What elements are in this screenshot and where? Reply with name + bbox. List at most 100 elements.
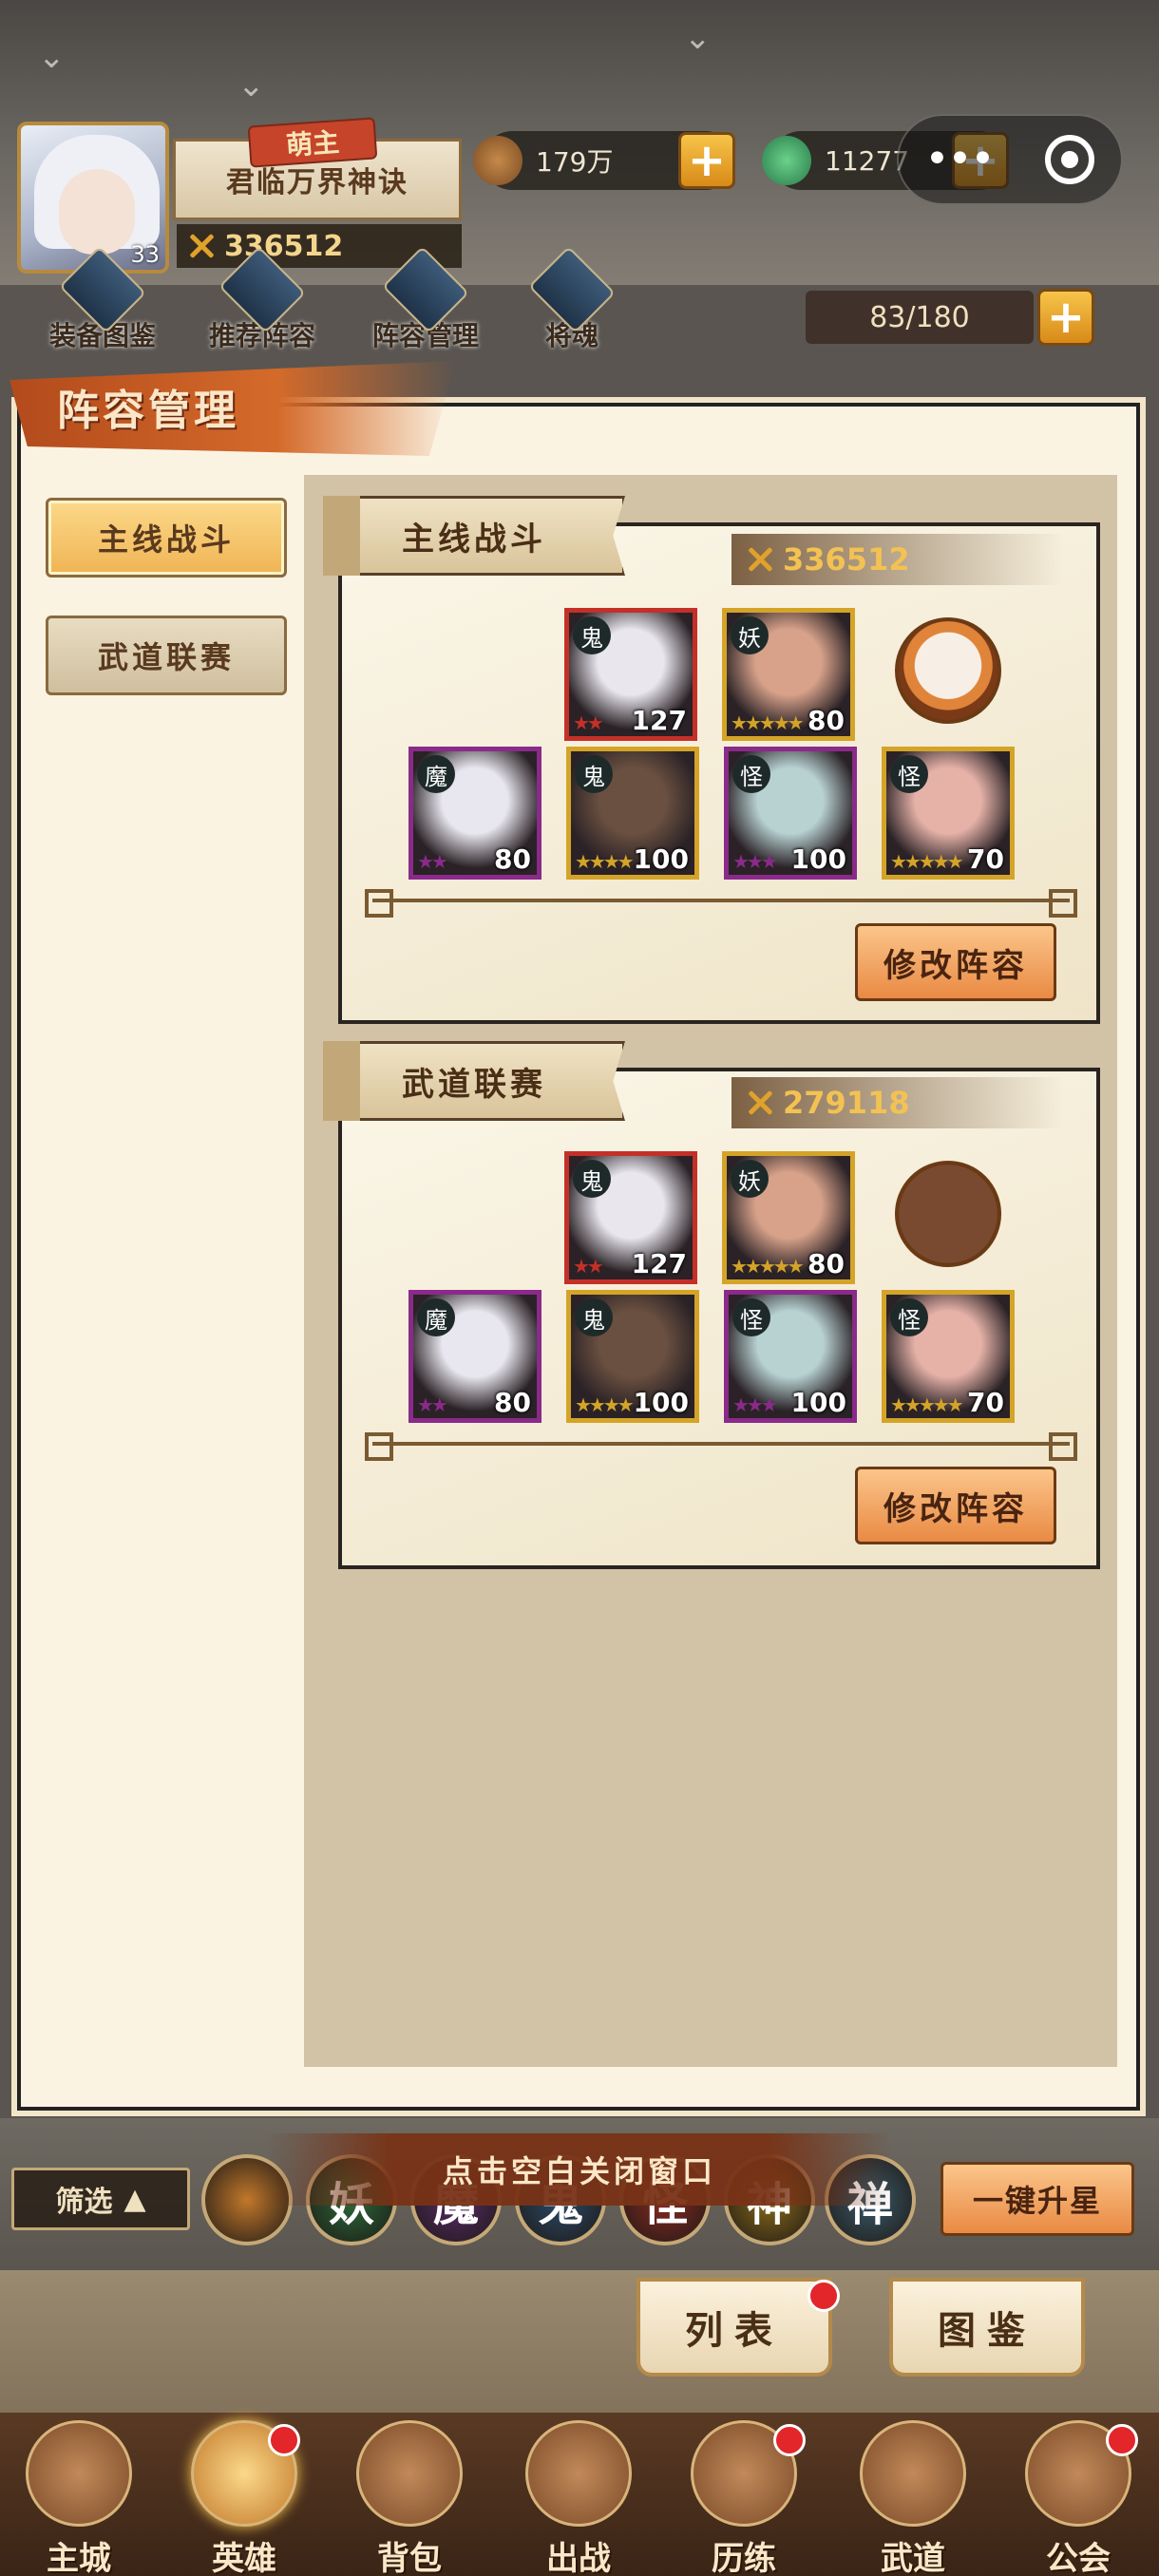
nav-label: 武道 (881, 2540, 945, 2576)
nav-label: 主城 (47, 2540, 111, 2576)
coin-value: 179万 (536, 146, 614, 178)
bag-icon (356, 2420, 463, 2527)
hero-level: 70 (967, 843, 1004, 875)
empty-pet-slot[interactable] (895, 1161, 1001, 1267)
hero-level: 127 (631, 705, 687, 736)
lineup-label: 武道联赛 (323, 1041, 625, 1121)
hero-card[interactable]: 怪 ★★★ 100 (724, 747, 857, 880)
hero-level: 100 (633, 843, 689, 875)
hero-level: 80 (494, 843, 531, 875)
more-options-icon[interactable]: ••• (925, 139, 996, 180)
nav-label: 公会 (1046, 2540, 1111, 2576)
hero-level: 100 (790, 1387, 846, 1418)
shortcut-general-soul[interactable]: 将魂 (505, 245, 638, 353)
edit-lineup-button[interactable]: 修改阵容 (855, 1467, 1056, 1544)
dialog-title: 阵容管理 (57, 387, 239, 435)
star-rating: ★★★★ (575, 1393, 635, 1416)
star-rating: ★★★★★ (731, 1255, 805, 1278)
hero-level: 127 (631, 1248, 687, 1279)
nav-label: 背包 (377, 2540, 442, 2576)
lineup-label: 主线战斗 (323, 496, 625, 576)
hero-card[interactable]: 怪 ★★★★★ 70 (882, 747, 1015, 880)
star-rating: ★★★ (732, 850, 778, 873)
notification-badge (1106, 2424, 1138, 2456)
hero-card[interactable]: 鬼 ★★★★ 100 (566, 1290, 699, 1423)
star-rating: ★★★★★ (731, 711, 805, 734)
star-rating: ★★★★★ (890, 850, 964, 873)
faction-icon: 鬼 (573, 616, 611, 654)
star-rating: ★★ (417, 1393, 448, 1416)
faction-icon: 妖 (731, 616, 769, 654)
nav-label: 出战 (546, 2540, 611, 2576)
pet-slot[interactable] (895, 617, 1001, 724)
hero-level: 100 (790, 843, 846, 875)
filter-button[interactable]: 筛选 ▲ (11, 2168, 190, 2230)
close-miniprogram-icon[interactable] (1045, 135, 1095, 184)
nav-martial[interactable]: 武道 (842, 2420, 984, 2576)
avatar-face (59, 169, 135, 255)
nav-bag[interactable]: 背包 (338, 2420, 481, 2576)
nav-main-city[interactable]: 主城 (8, 2420, 150, 2576)
filter-label: 筛选 (55, 2186, 113, 2219)
faction-icon: 鬼 (575, 755, 613, 793)
hero-card[interactable]: 妖 ★★★★★ 80 (722, 1151, 855, 1284)
mini-program-capsule: ••• (897, 114, 1123, 205)
faction-icon: 怪 (732, 1298, 770, 1336)
notification-badge (268, 2424, 300, 2456)
hero-card[interactable]: 魔 ★★ 80 (408, 747, 542, 880)
nav-label: 历练 (712, 2540, 776, 2576)
tab-codex[interactable]: 图鉴 (889, 2278, 1085, 2377)
hero-card[interactable]: 怪 ★★★ 100 (724, 1290, 857, 1423)
hero-level: 100 (633, 1387, 689, 1418)
expand-capacity-button[interactable]: + (1037, 289, 1094, 346)
faction-icon: 鬼 (573, 1160, 611, 1198)
tab-list[interactable]: 列表 (636, 2278, 832, 2377)
faction-icon: 鬼 (575, 1298, 613, 1336)
faction-icon: 魔 (417, 1298, 455, 1336)
hero-capacity: 83/180 (806, 291, 1034, 344)
add-coin-button[interactable]: + (678, 132, 735, 189)
ornamental-divider (365, 1432, 1077, 1461)
hero-card[interactable]: 鬼 ★★ 127 (564, 608, 697, 741)
side-tab-main-battle[interactable]: 主线战斗 (46, 498, 287, 578)
nav-label: 英雄 (212, 2540, 276, 2576)
star-rating: ★★★★ (575, 850, 635, 873)
faction-icon: 魔 (417, 755, 455, 793)
edit-lineup-button[interactable]: 修改阵容 (855, 923, 1056, 1001)
bird-decoration: ⌄ (684, 19, 712, 57)
star-rating: ★★ (573, 711, 604, 734)
faction-icon: 妖 (731, 1160, 769, 1198)
notification-badge (808, 2280, 840, 2312)
star-rating: ★★ (573, 1255, 604, 1278)
lineup-power: 279118 (732, 1077, 1064, 1128)
crossed-swords-icon (745, 544, 775, 575)
lineup-power-value: 279118 (783, 1085, 910, 1121)
crossed-swords-icon (525, 2420, 632, 2527)
star-rating: ★★ (417, 850, 448, 873)
nav-battle[interactable]: 出战 (507, 2420, 650, 2576)
jade-icon (762, 136, 811, 185)
hero-card[interactable]: 妖 ★★★★★ 80 (722, 608, 855, 741)
hero-card[interactable]: 怪 ★★★★★ 70 (882, 1290, 1015, 1423)
hero-card[interactable]: 魔 ★★ 80 (408, 1290, 542, 1423)
star-rating: ★★★ (732, 1393, 778, 1416)
bird-decoration: ⌄ (238, 66, 265, 104)
bird-decoration: ⌄ (38, 38, 66, 76)
hero-card[interactable]: 鬼 ★★★★ 100 (566, 747, 699, 880)
hero-level: 80 (808, 705, 845, 736)
arena-icon (860, 2420, 966, 2527)
hero-card[interactable]: 鬼 ★★ 127 (564, 1151, 697, 1284)
shortcut-lineup-management[interactable]: 阵容管理 (359, 245, 492, 353)
shortcut-equipment-codex[interactable]: 装备图鉴 (36, 245, 169, 353)
hero-level: 80 (808, 1248, 845, 1279)
shortcut-recommended-lineup[interactable]: 推荐阵容 (196, 245, 329, 353)
copper-coin-icon (473, 136, 522, 185)
hero-level: 70 (967, 1387, 1004, 1418)
faction-icon: 怪 (890, 1298, 928, 1336)
star-rating: ★★★★★ (890, 1393, 964, 1416)
crossed-swords-icon (745, 1088, 775, 1118)
close-window-hint: 点击空白关闭窗口 (266, 2133, 893, 2206)
side-tab-martial-league[interactable]: 武道联赛 (46, 616, 287, 695)
faction-icon: 怪 (732, 755, 770, 793)
one-key-upstar-button[interactable]: 一键升星 (940, 2162, 1134, 2236)
